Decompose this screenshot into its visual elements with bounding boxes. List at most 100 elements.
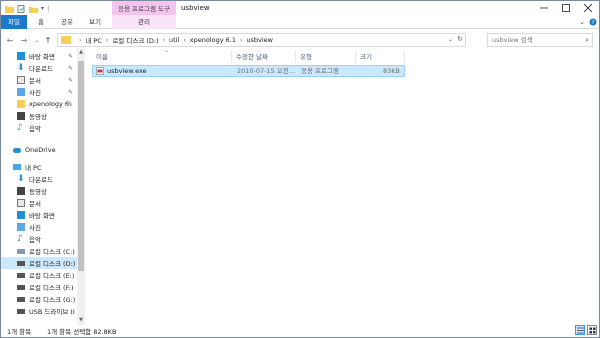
column-header-label: 수정한 날짜	[236, 53, 268, 61]
nav-label: xpenology 6.	[29, 100, 72, 108]
file-type: 응용 프로그램	[301, 67, 339, 75]
documents-icon	[17, 76, 25, 84]
recent-locations-button[interactable]: ⌄	[32, 34, 42, 46]
scrollbar-thumb[interactable]	[78, 61, 84, 271]
documents-icon	[17, 199, 25, 207]
breadcrumb-this-pc[interactable]: 내 PC	[85, 35, 102, 45]
chevron-down-icon: ⌄	[34, 36, 40, 44]
nav-label: 사진	[29, 224, 41, 232]
nav-item-drive-g[interactable]: 로컬 디스크 (G:)	[1, 293, 77, 305]
nav-item-pc-downloads[interactable]: ⬇ 다운로드	[1, 173, 77, 185]
refresh-icon[interactable]: ↻	[457, 35, 463, 43]
close-icon	[584, 4, 592, 12]
back-button[interactable]: ←	[5, 34, 15, 46]
context-tool-header: 응용 프로그램 도구	[112, 1, 176, 15]
chevron-right-icon: ›	[239, 36, 243, 44]
address-row: ← → ⌄ ↑ › 내 PC › 로컬 디스크 (D:) › util › xp…	[1, 31, 599, 49]
close-button[interactable]	[577, 1, 599, 15]
pictures-icon	[17, 88, 25, 96]
nav-label: 로컬 디스크 (E:)	[29, 272, 75, 280]
nav-item-drive-d[interactable]: 로컬 디스크 (D:)	[1, 257, 77, 269]
properties-icon[interactable]	[17, 4, 26, 13]
nav-item-onedrive[interactable]: OneDrive	[1, 144, 77, 156]
column-header-label: 크기	[360, 53, 372, 61]
nav-item-drive-e[interactable]: 로컬 디스크 (E:)	[1, 269, 77, 281]
breadcrumb-xpenology[interactable]: xpenology 6.1	[190, 36, 236, 44]
tab-file[interactable]: 파일	[1, 15, 27, 29]
scroll-down-icon[interactable]: ▼	[77, 317, 85, 325]
breadcrumb-usbview[interactable]: usbview	[246, 36, 273, 44]
nav-item-pc-desktop[interactable]: 바탕 화면	[1, 209, 77, 221]
nav-label: 음악	[29, 236, 41, 244]
breadcrumb-util[interactable]: util	[169, 36, 179, 44]
maximize-icon	[562, 4, 570, 12]
file-row[interactable]: usbview.exe 2010-07-15 오전... 응용 프로그램 83K…	[92, 65, 405, 77]
folder-icon	[61, 36, 71, 44]
title-bar: ▾ | 응용 프로그램 도구 usbview	[1, 1, 599, 15]
drive-icon	[17, 248, 25, 254]
download-icon: ⬇	[17, 63, 25, 73]
nav-item-pictures[interactable]: 사진 ✎	[1, 86, 77, 98]
new-folder-icon[interactable]	[29, 5, 38, 13]
search-input[interactable]: usbview 검색 ⌕	[487, 33, 593, 47]
folder-icon	[5, 5, 14, 13]
nav-label: 동영상	[29, 113, 47, 121]
nav-label: OneDrive	[25, 146, 56, 154]
tab-view[interactable]: 보기	[85, 15, 105, 29]
drive-icon	[17, 260, 25, 266]
pin-icon: ✎	[67, 64, 73, 72]
details-view-button[interactable]	[575, 325, 585, 335]
up-button[interactable]: ↑	[43, 34, 53, 46]
column-header-label: 이름	[96, 53, 108, 61]
desktop-icon	[17, 211, 25, 219]
arrow-right-icon: →	[20, 35, 28, 45]
column-header-type[interactable]: 유형	[296, 51, 356, 63]
tab-home[interactable]: 홈	[33, 15, 49, 29]
address-history-dropdown-icon[interactable]: ⌄	[448, 36, 453, 43]
nav-label: 사진	[29, 89, 41, 97]
search-icon: ⌕	[585, 36, 589, 44]
nav-item-pc-pictures[interactable]: 사진	[1, 221, 77, 233]
nav-label: USB 드라이브 (I	[29, 308, 75, 316]
nav-item-usb-drive[interactable]: USB 드라이브 (I	[1, 305, 77, 317]
nav-item-music[interactable]: ♪ 음악	[1, 122, 77, 134]
nav-item-videos[interactable]: 동영상	[1, 110, 77, 122]
separator: |	[47, 4, 50, 13]
nav-label: 다운로드	[29, 65, 53, 73]
nav-item-desktop[interactable]: 바탕 화면 ✎	[1, 50, 77, 62]
column-header-name[interactable]: 이름 ⌃	[92, 50, 232, 63]
nav-item-downloads[interactable]: ⬇ 다운로드 ✎	[1, 62, 77, 74]
drive-icon	[17, 284, 25, 290]
help-button[interactable]: ?	[588, 17, 598, 27]
chevron-right-icon: ›	[183, 36, 186, 44]
breadcrumb-drive-d[interactable]: 로컬 디스크 (D:)	[112, 35, 158, 45]
nav-item-documents[interactable]: 문서 ✎	[1, 74, 77, 86]
tab-share[interactable]: 공유	[57, 15, 77, 29]
explorer-window: ▾ | 응용 프로그램 도구 usbview 파일 홈 공유 보기 관리 ⌄ ?…	[0, 0, 600, 338]
nav-item-pc-music[interactable]: ♪ 음악	[1, 233, 77, 245]
column-header-size[interactable]: 크기	[356, 51, 405, 63]
chevron-down-icon: ⌄	[579, 18, 585, 26]
nav-item-this-pc[interactable]: 내 PC	[1, 161, 77, 173]
tab-manage[interactable]: 관리	[112, 15, 176, 29]
maximize-button[interactable]	[555, 1, 577, 15]
nav-item-pc-videos[interactable]: 동영상	[1, 185, 77, 197]
address-bar[interactable]: › 내 PC › 로컬 디스크 (D:) › util › xpenology …	[57, 33, 466, 47]
nav-label: 내 PC	[25, 164, 42, 172]
nav-item-pc-documents[interactable]: 문서	[1, 197, 77, 209]
forward-button[interactable]: →	[19, 34, 29, 46]
customize-quick-access-icon[interactable]: ▾	[41, 5, 44, 12]
minimize-button[interactable]	[533, 1, 555, 15]
column-header-modified[interactable]: 수정한 날짜	[232, 51, 296, 63]
nav-item-drive-f[interactable]: 로컬 디스크 (F:)	[1, 281, 77, 293]
search-placeholder: usbview 검색	[492, 36, 533, 44]
navigation-scrollbar[interactable]: ▲ ▼	[77, 49, 85, 325]
nav-item-xpenology[interactable]: xpenology 6. ✎	[1, 98, 77, 110]
chevron-right-icon: ›	[162, 36, 166, 44]
scroll-up-icon[interactable]: ▲	[77, 49, 85, 57]
expand-ribbon-button[interactable]: ⌄	[577, 17, 587, 27]
window-title: usbview	[181, 4, 210, 12]
nav-item-drive-c[interactable]: 로컬 디스크 (C:)	[1, 245, 77, 257]
large-icons-view-button[interactable]	[587, 325, 597, 335]
minimize-icon	[540, 7, 548, 9]
